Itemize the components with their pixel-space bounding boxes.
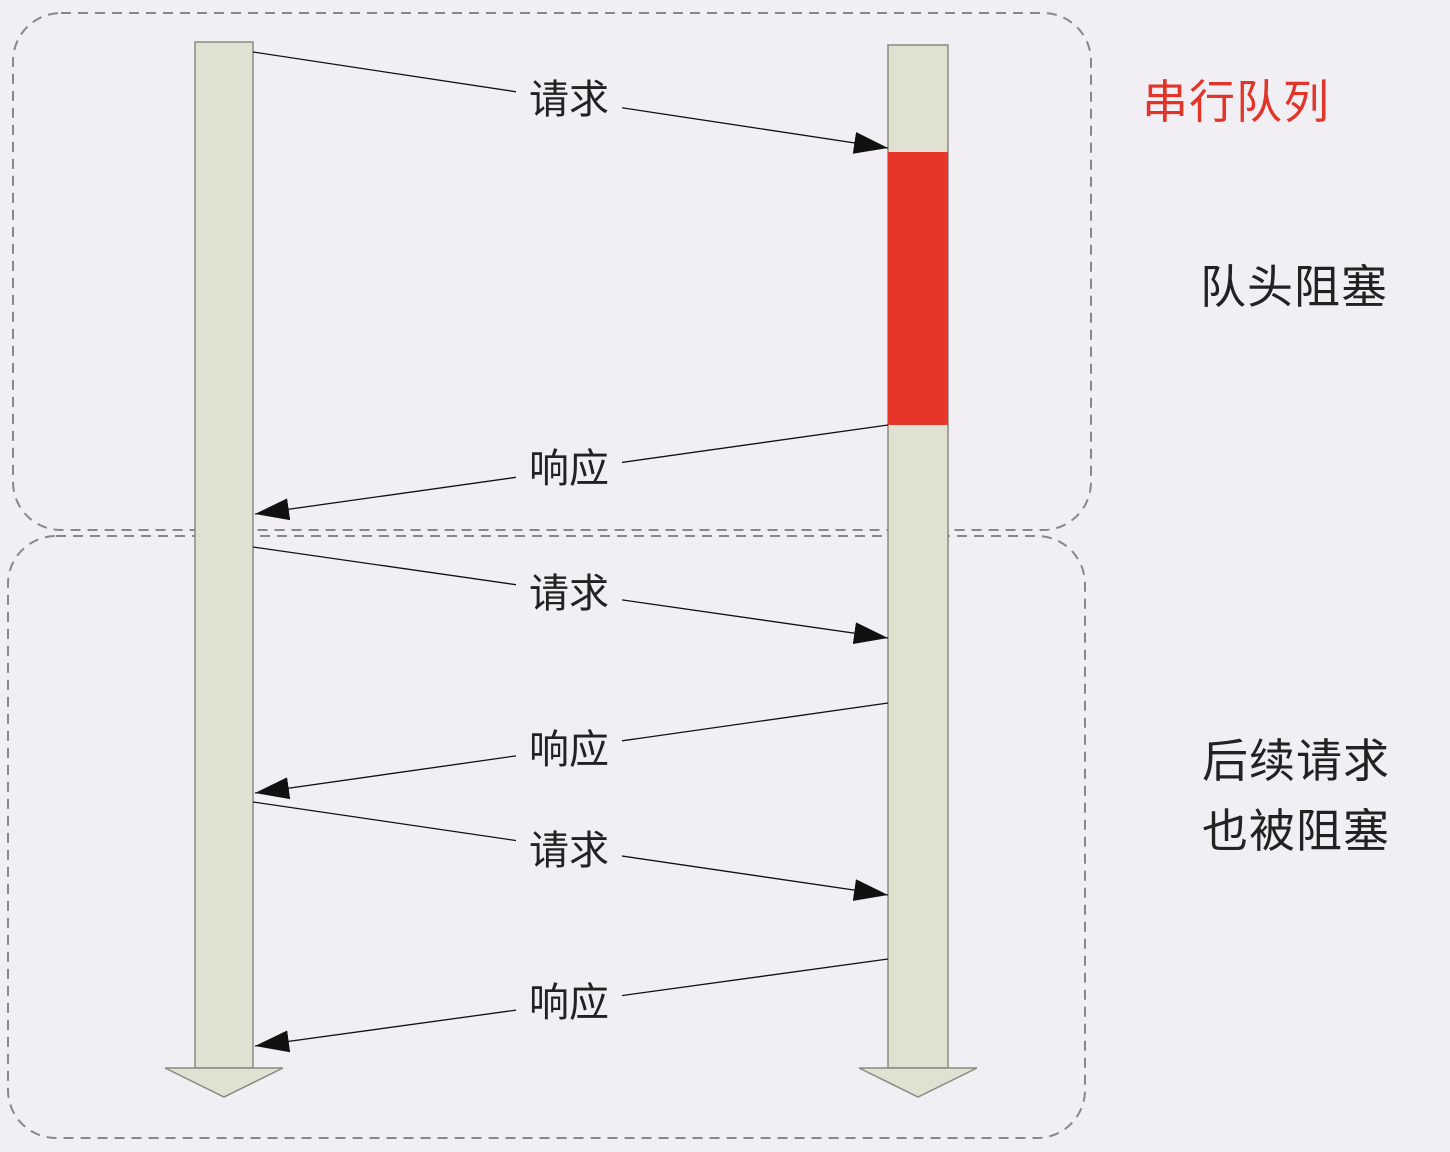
subsequent-blocked-annotation-line-2: 也被阻塞 bbox=[1202, 804, 1390, 858]
message-label-2: 响应 bbox=[529, 446, 609, 492]
client-timeline bbox=[164, 41, 284, 1098]
client-timeline-arrow-icon bbox=[164, 1067, 284, 1098]
message-labels: 请求 响应 请求 响应 请求 响应 bbox=[516, 72, 622, 1026]
message-label-1: 请求 bbox=[529, 77, 609, 123]
message-label-4: 响应 bbox=[529, 727, 609, 773]
head-of-line-blocking-annotation: 队头阻塞 bbox=[1200, 260, 1388, 314]
diagram-title: 串行队列 bbox=[1142, 75, 1330, 129]
message-label-6: 响应 bbox=[529, 980, 609, 1026]
subsequent-blocked-annotation-line-1: 后续请求 bbox=[1202, 734, 1390, 788]
server-timeline bbox=[858, 44, 978, 1098]
server-timeline-arrow-icon bbox=[858, 1067, 978, 1098]
message-label-3: 请求 bbox=[529, 571, 609, 617]
message-label-5: 请求 bbox=[529, 828, 609, 874]
sequence-diagram: 请求 响应 请求 响应 请求 响应 bbox=[7, 12, 1092, 1139]
blocked-segment bbox=[888, 152, 948, 425]
message-arrows bbox=[252, 51, 889, 1053]
